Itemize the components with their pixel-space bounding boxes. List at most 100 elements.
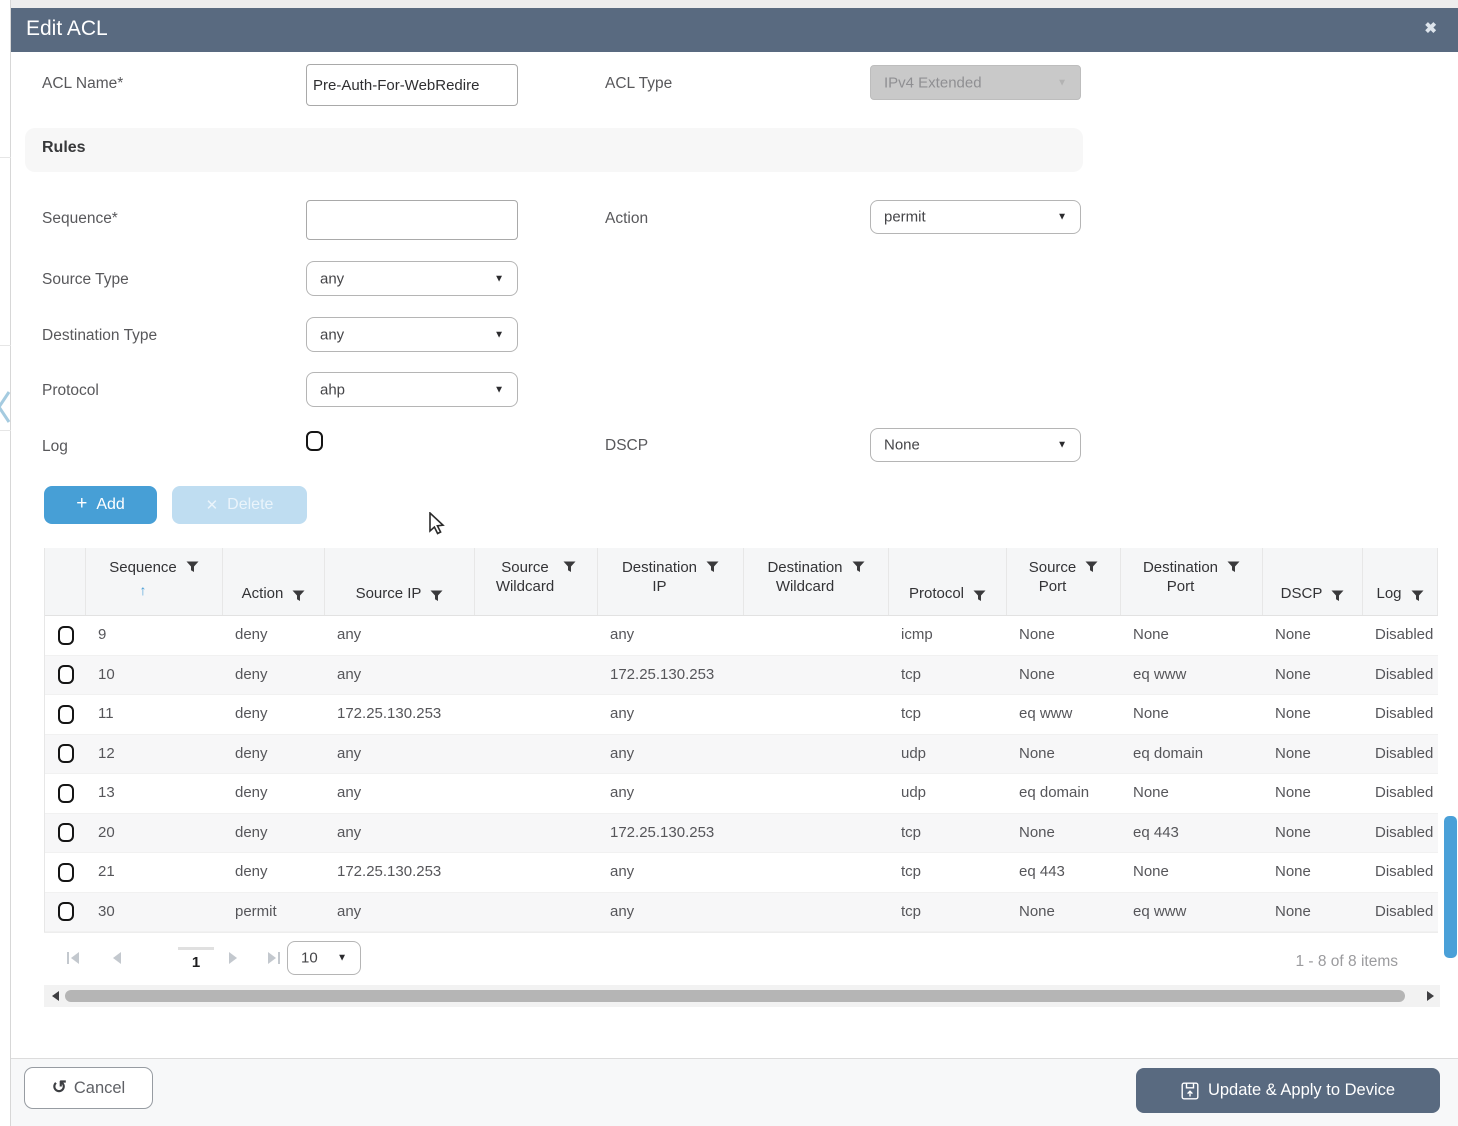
column-header-protocol[interactable]: Protocol	[889, 548, 1007, 615]
acl-name-input[interactable]	[306, 64, 518, 106]
row-checkbox[interactable]	[57, 862, 74, 882]
filter-icon[interactable]	[1411, 590, 1424, 602]
scroll-right-icon[interactable]	[1427, 991, 1434, 1001]
table-cell: Disabled	[1375, 665, 1434, 683]
sort-ascending-icon[interactable]: ↑	[109, 581, 177, 600]
table-row[interactable]: 20 deny any 172.25.130.253 tcp None eq 443 None…	[45, 813, 1438, 853]
column-header-destination-port[interactable]: Destination Port	[1121, 548, 1263, 615]
protocol-select[interactable]: ahp ▼	[306, 372, 518, 407]
row-checkbox[interactable]	[57, 783, 74, 803]
items-range-label: 1 - 8 of 8 items	[1295, 953, 1398, 970]
acl-type-select: IPv4 Extended ▼	[870, 65, 1081, 100]
filter-icon[interactable]	[292, 590, 305, 602]
table-cell: None	[1275, 863, 1311, 880]
add-button[interactable]: + Add	[44, 486, 157, 524]
table-cell: tcp	[901, 863, 922, 880]
log-checkbox[interactable]	[306, 431, 323, 451]
row-checkbox-cell	[45, 774, 86, 813]
vertical-scroll-thumb[interactable]	[1444, 816, 1457, 958]
last-page-icon[interactable]	[266, 951, 281, 965]
update-apply-button[interactable]: Update & Apply to Device	[1136, 1068, 1440, 1113]
filter-icon[interactable]	[563, 561, 576, 573]
sequence-input[interactable]	[306, 200, 518, 240]
edit-acl-modal: Edit ACL ✖ ACL Name* ACL Type IPv4 Exten…	[11, 8, 1458, 1126]
close-icon[interactable]: ✖	[1424, 19, 1437, 37]
column-header-dscp[interactable]: DSCP	[1263, 548, 1363, 615]
page-size-value: 10	[301, 949, 318, 967]
destination-type-label: Destination Type	[42, 327, 158, 344]
filter-icon[interactable]	[430, 590, 443, 602]
table-row[interactable]: 11 deny 172.25.130.253 any tcp eq www None None…	[45, 695, 1438, 735]
table-cell	[744, 893, 889, 932]
column-header-label: Protocol	[908, 585, 965, 602]
dscp-value: None	[884, 436, 920, 454]
table-cell: tcp	[901, 665, 922, 683]
rules-section-header: Rules	[25, 128, 1083, 172]
dscp-select[interactable]: None ▼	[870, 428, 1081, 462]
column-header-source-ip[interactable]: Source IP	[325, 548, 475, 615]
column-header-source-wildcard[interactable]: Source Wildcard	[475, 548, 598, 615]
table-cell: None	[1019, 823, 1055, 841]
table-row[interactable]: 12 deny any any udp None eq domain None Disabled	[45, 734, 1438, 774]
table-row[interactable]: 10 deny any 172.25.130.253 tcp None eq www None…	[45, 655, 1438, 695]
column-header-source-port[interactable]: Source Port	[1007, 548, 1121, 615]
row-checkbox[interactable]	[57, 902, 74, 922]
filter-icon[interactable]	[1331, 590, 1344, 602]
row-checkbox[interactable]	[57, 625, 74, 645]
page-number[interactable]: 1	[178, 947, 214, 971]
filter-icon[interactable]	[852, 561, 865, 573]
filter-icon[interactable]	[706, 561, 719, 573]
table-cell: Disabled	[1375, 823, 1434, 841]
chevron-down-icon: ▼	[494, 384, 504, 395]
table-cell	[475, 656, 598, 695]
filter-icon[interactable]	[973, 590, 986, 602]
table-cell	[475, 814, 598, 853]
table-cell: 172.25.130.253	[337, 863, 442, 880]
table-cell: eq domain	[1019, 784, 1090, 801]
column-header-label: DSCP	[1280, 585, 1323, 602]
table-cell: any	[337, 902, 362, 920]
column-header-action[interactable]: Action	[223, 548, 325, 615]
table-row[interactable]: 13 deny any any udp eq domain None None Disabled	[45, 774, 1438, 814]
previous-page-icon[interactable]	[111, 951, 123, 965]
acl-rules-table: Sequence ↑ Action Source IP Source Wildcard De…	[44, 548, 1438, 932]
column-header-label: Source Port	[1028, 559, 1077, 595]
destination-type-select[interactable]: any ▼	[306, 317, 518, 352]
filter-icon[interactable]	[1085, 561, 1098, 573]
page-root: Edit ACL ✖ ACL Name* ACL Type IPv4 Exten…	[0, 0, 1458, 1126]
column-header-destination-wildcard[interactable]: Destination Wildcard	[744, 548, 889, 615]
delete-button-label: Delete	[227, 496, 274, 513]
next-page-icon[interactable]	[227, 951, 239, 965]
row-checkbox[interactable]	[57, 744, 74, 764]
row-checkbox-cell	[45, 853, 86, 892]
horizontal-scrollbar[interactable]	[44, 985, 1440, 1007]
undo-icon: ↺	[51, 1076, 67, 1097]
row-checkbox[interactable]	[57, 823, 74, 843]
action-select[interactable]: permit ▼	[870, 200, 1081, 234]
table-cell: any	[610, 744, 635, 762]
row-checkbox-cell	[45, 616, 86, 655]
collapse-chevron-icon[interactable]	[0, 388, 11, 426]
table-row[interactable]: 30 permit any any tcp None eq www None Disabled	[45, 892, 1438, 932]
page-size-select[interactable]: 10 ▼	[287, 941, 361, 975]
column-header-label: Destination Port	[1142, 559, 1219, 595]
table-cell: 9	[98, 626, 107, 643]
column-header-sequence[interactable]: Sequence ↑	[86, 548, 223, 615]
row-checkbox[interactable]	[57, 665, 74, 685]
first-page-icon[interactable]	[66, 951, 81, 965]
table-row[interactable]: 21 deny 172.25.130.253 any tcp eq 443 None None…	[45, 853, 1438, 893]
table-cell: None	[1275, 823, 1311, 841]
column-header-log[interactable]: Log	[1363, 548, 1438, 615]
table-row[interactable]: 9 deny any any icmp None None None Disabled	[45, 616, 1438, 656]
scroll-left-icon[interactable]	[52, 991, 59, 1001]
column-header-destination-ip[interactable]: Destination IP	[598, 548, 744, 615]
delete-button[interactable]: ✕ Delete	[172, 486, 307, 524]
cancel-button[interactable]: ↺ Cancel	[24, 1067, 153, 1109]
table-cell: 172.25.130.253	[610, 823, 715, 841]
filter-icon[interactable]	[1227, 561, 1240, 573]
row-checkbox[interactable]	[57, 704, 74, 724]
source-type-select[interactable]: any ▼	[306, 261, 518, 296]
source-type-label: Source Type	[42, 271, 129, 288]
filter-icon[interactable]	[186, 561, 199, 573]
horizontal-scroll-thumb[interactable]	[65, 990, 1405, 1002]
